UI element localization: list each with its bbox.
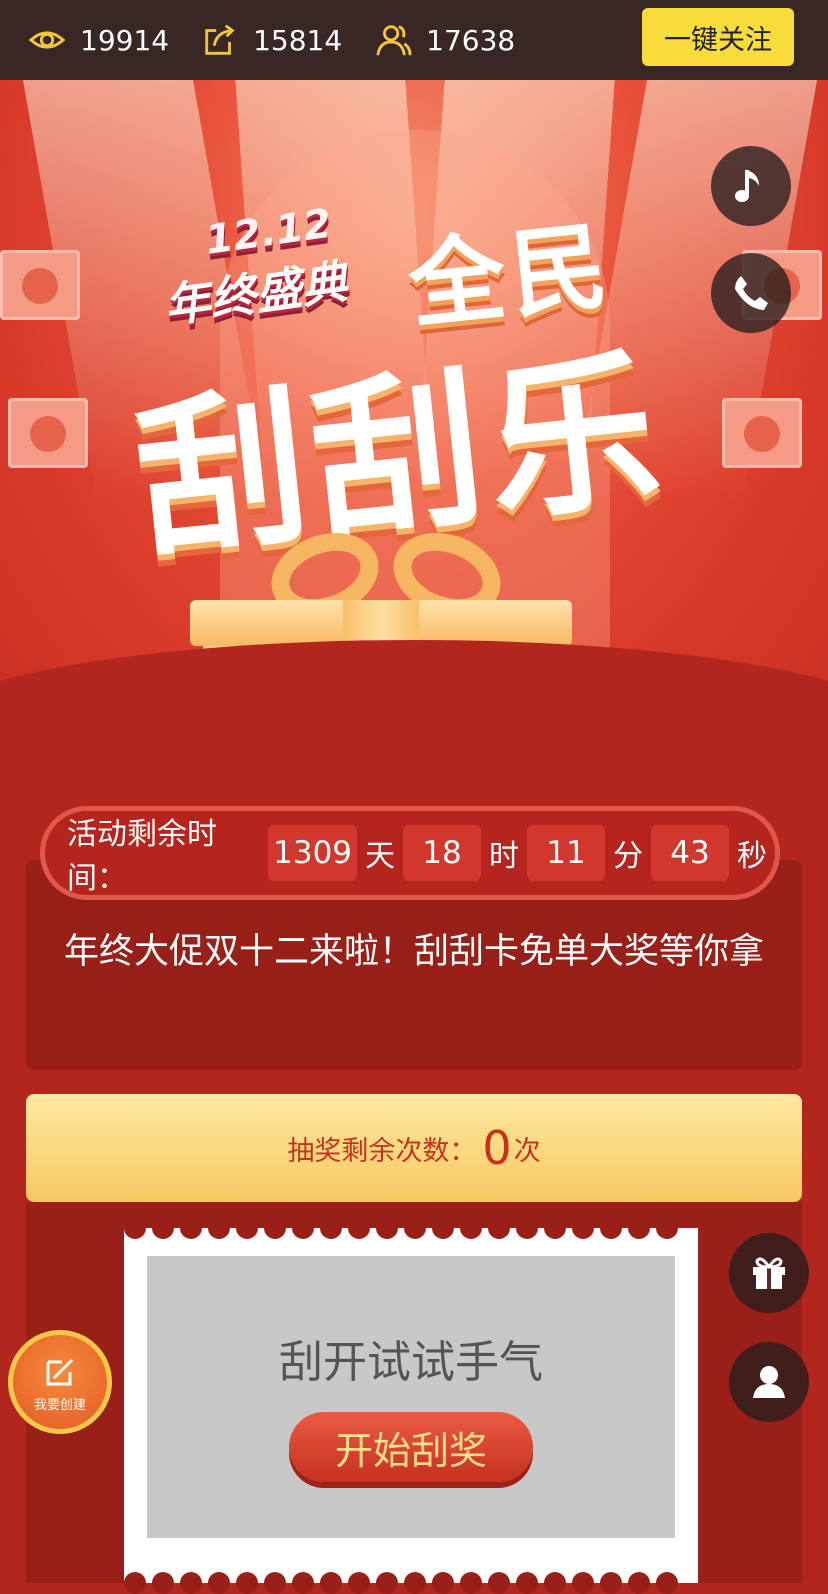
ticket-scallop — [264, 1572, 286, 1594]
participants-stat: 17638 — [374, 21, 515, 59]
users-icon — [376, 25, 412, 56]
ticket-scallop — [600, 1572, 622, 1594]
countdown-timer: 活动剩余时间： 1309 天 18 时 11 分 43 秒 — [40, 806, 780, 900]
ticket-bottom-edge — [124, 1572, 698, 1594]
ticket-scallop — [348, 1217, 370, 1239]
share-icon — [205, 24, 235, 55]
ticket-scallop — [264, 1217, 286, 1239]
music-button[interactable] — [711, 146, 791, 226]
ticket-scallop — [628, 1572, 650, 1594]
countdown-hours: 18 — [403, 825, 481, 881]
start-scratch-button[interactable]: 开始刮奖 — [289, 1412, 533, 1482]
views-stat: 19914 — [28, 21, 169, 59]
scratch-surface[interactable]: 刮开试试手气 开始刮奖 — [147, 1256, 675, 1538]
countdown-label: 活动剩余时间： — [67, 817, 217, 896]
ticket-scallop — [208, 1572, 230, 1594]
ticket-scallop — [432, 1572, 454, 1594]
ticket-scallop — [656, 1572, 678, 1594]
ticket-scallop — [516, 1217, 538, 1239]
phone-icon — [735, 276, 768, 310]
ticket-scallop — [572, 1572, 594, 1594]
ticket-scallop — [544, 1217, 566, 1239]
ticket-scallop — [376, 1217, 398, 1239]
ticket-scallop — [516, 1572, 538, 1594]
hero-banner: 12.12 年终盛典 全民 刮刮乐 — [0, 80, 828, 740]
ticket-scallop — [600, 1217, 622, 1239]
ticket-scallop — [404, 1217, 426, 1239]
ticket-scallop — [152, 1572, 174, 1594]
ticket-scallop — [292, 1572, 314, 1594]
stats-bar: 19914 15814 17638 一键关注 — [0, 0, 828, 80]
ticket-scallop — [348, 1572, 370, 1594]
ticket-scallop — [432, 1217, 454, 1239]
draws-unit: 次 — [513, 1135, 541, 1167]
draws-count: 0 — [482, 1121, 512, 1175]
ticket-scallop — [180, 1572, 202, 1594]
ticket-scallop — [236, 1217, 258, 1239]
profile-button[interactable] — [729, 1342, 809, 1422]
countdown-minutes: 11 — [527, 825, 605, 881]
views-count: 19914 — [80, 23, 170, 57]
ticket-scallop — [124, 1217, 146, 1239]
draws-label: 抽奖剩余次数： — [287, 1135, 477, 1167]
countdown-days: 1309 — [268, 825, 357, 881]
user-icon — [753, 1366, 785, 1398]
participants-count: 17638 — [426, 23, 516, 57]
ticket-scallop — [628, 1217, 650, 1239]
scratch-ticket: 刮开试试手气 开始刮奖 — [124, 1217, 698, 1594]
music-note-icon — [735, 170, 759, 202]
ticket-scallop — [236, 1572, 258, 1594]
ticket-scallop — [152, 1217, 174, 1239]
scratch-hint: 刮开试试手气 — [279, 1337, 543, 1388]
countdown-seconds: 43 — [651, 825, 729, 881]
ticket-scallop — [460, 1217, 482, 1239]
ticket-scallop — [208, 1217, 230, 1239]
ticket-scallop — [376, 1572, 398, 1594]
gift-icon — [753, 1257, 785, 1289]
eye-icon — [28, 31, 66, 49]
ticket-scallop — [292, 1217, 314, 1239]
ticket-scallop — [320, 1572, 342, 1594]
shares-count: 15814 — [253, 23, 343, 57]
gift-button[interactable] — [729, 1233, 809, 1313]
edit-icon — [46, 1358, 74, 1385]
countdown-hours-unit: 时 — [489, 839, 519, 874]
ticket-scallop — [572, 1217, 594, 1239]
ticket-scallop — [180, 1217, 202, 1239]
promo-text: 年终大促双十二来啦！刮刮卡免单大奖等你拿 — [63, 932, 764, 972]
ticket-scallop — [544, 1572, 566, 1594]
shares-stat: 15814 — [201, 21, 342, 59]
ticket-scallop — [656, 1217, 678, 1239]
ticket-scallop — [488, 1217, 510, 1239]
ticket-scallop — [124, 1572, 146, 1594]
ticket-top-edge — [124, 1217, 698, 1239]
ticket-scallop — [488, 1572, 510, 1594]
countdown-days-unit: 天 — [365, 839, 395, 874]
create-label: 我要创建 — [33, 1397, 86, 1413]
ticket-scallop — [404, 1572, 426, 1594]
countdown-minutes-unit: 分 — [613, 839, 643, 874]
ticket-scallop — [320, 1217, 342, 1239]
phone-button[interactable] — [711, 253, 791, 333]
remaining-draws-bar: 抽奖剩余次数： 0 次 — [26, 1094, 802, 1202]
follow-button[interactable]: 一键关注 — [642, 8, 794, 66]
ticket-scallop — [460, 1572, 482, 1594]
countdown-seconds-unit: 秒 — [737, 839, 767, 874]
create-button[interactable]: 我要创建 — [8, 1330, 112, 1434]
